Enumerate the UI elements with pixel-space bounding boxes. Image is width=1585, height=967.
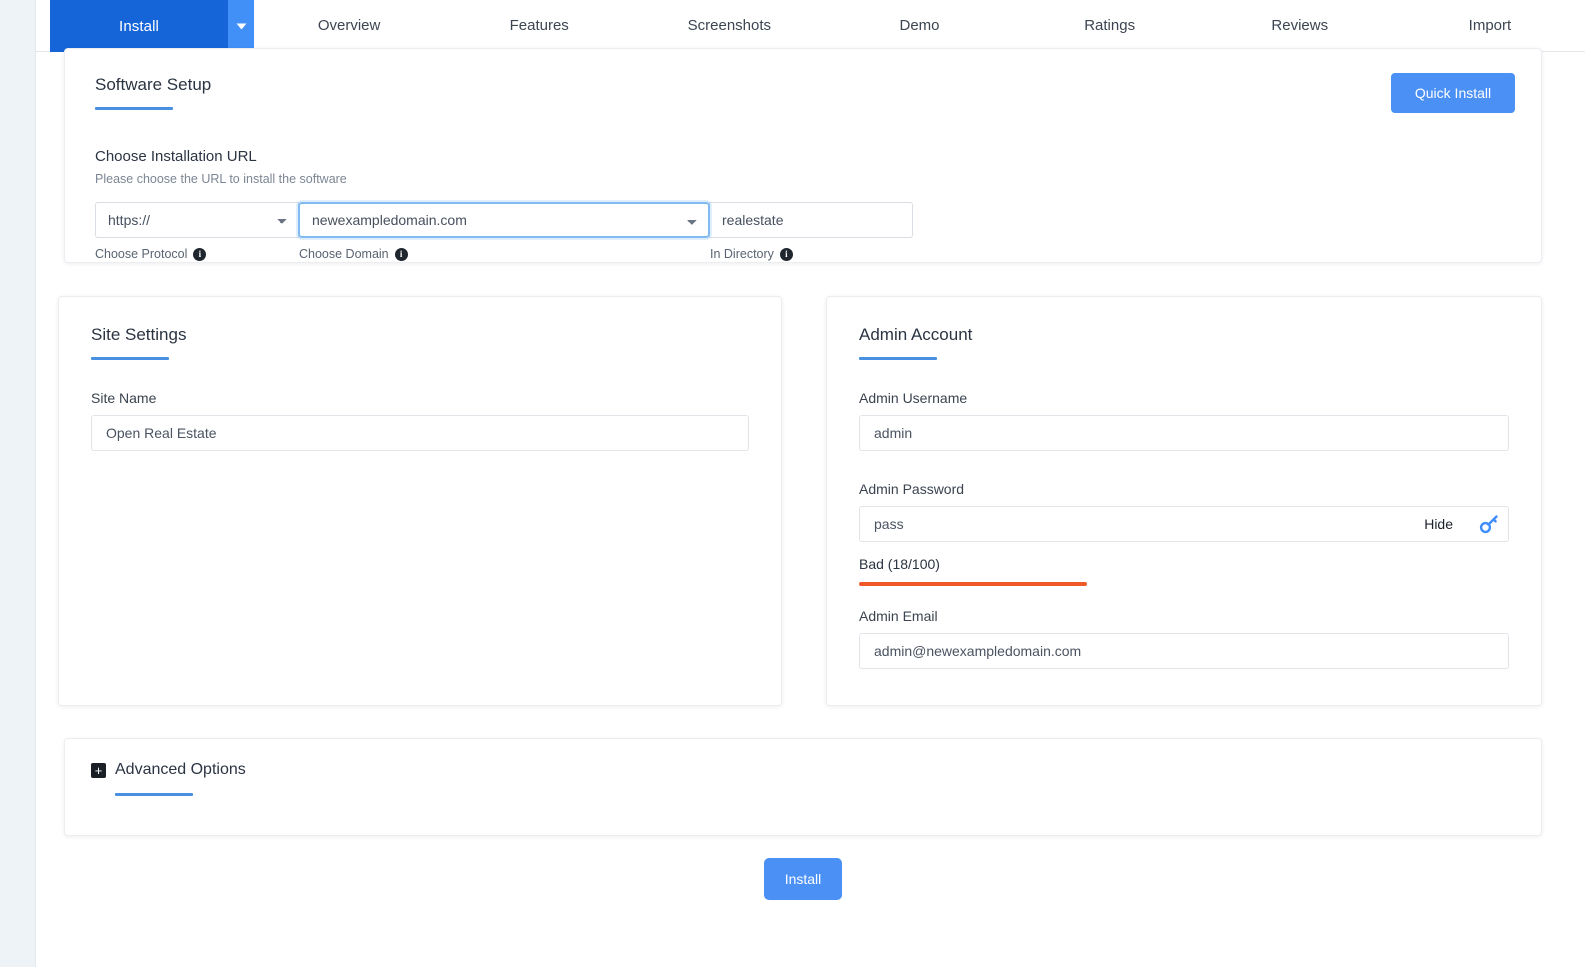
password-visibility-toggle[interactable]: Hide <box>1424 516 1453 532</box>
admin-account-title-underline <box>859 357 937 360</box>
admin-account-card: Admin Account Admin Username Admin Passw… <box>826 296 1542 706</box>
domain-sublabel: Choose Domain <box>299 247 389 261</box>
directory-sublabel: In Directory <box>710 247 774 261</box>
installation-url-heading: Choose Installation URL <box>95 148 257 165</box>
installation-url-subtext: Please choose the URL to install the sof… <box>95 172 347 186</box>
directory-info-icon[interactable]: i <box>779 247 793 261</box>
tab-import[interactable]: Import <box>1395 0 1585 52</box>
directory-input[interactable] <box>709 202 913 238</box>
tab-demo[interactable]: Demo <box>824 0 1014 52</box>
domain-select[interactable]: newexampledomain.com <box>298 202 710 238</box>
domain-info-icon[interactable]: i <box>394 247 408 261</box>
protocol-info-icon[interactable]: i <box>193 247 207 261</box>
left-sidebar-strip <box>0 0 36 967</box>
tab-reviews[interactable]: Reviews <box>1205 0 1395 52</box>
content-area: Install Overview Features Screenshots De… <box>36 0 1585 967</box>
advanced-options-label: Advanced Options <box>115 761 246 778</box>
tab-ratings[interactable]: Ratings <box>1015 0 1205 52</box>
installation-url-row: https:// Choose Protocol i newexampledom… <box>95 202 1511 261</box>
software-setup-title: Software Setup <box>95 75 212 94</box>
password-strength-bar-fill <box>859 582 1088 586</box>
directory-column: In Directory i <box>709 202 913 261</box>
admin-username-label: Admin Username <box>859 390 968 406</box>
domain-sublabel-row: Choose Domain i <box>299 247 710 261</box>
protocol-sublabel-row: Choose Protocol i <box>95 247 299 261</box>
tab-install[interactable]: Install <box>50 0 228 52</box>
protocol-column: https:// Choose Protocol i <box>95 202 299 261</box>
chevron-down-icon <box>236 23 247 30</box>
tab-bar: Install Overview Features Screenshots De… <box>36 0 1585 52</box>
tab-overview[interactable]: Overview <box>254 0 444 52</box>
site-settings-card: Site Settings Site Name <box>58 296 782 706</box>
directory-sublabel-row: In Directory i <box>710 247 913 261</box>
admin-password-label: Admin Password <box>859 481 965 497</box>
site-name-input[interactable] <box>91 415 749 451</box>
tab-list: Overview Features Screenshots Demo Ratin… <box>254 0 1585 51</box>
tab-screenshots[interactable]: Screenshots <box>634 0 824 52</box>
advanced-options-card: + Advanced Options <box>64 738 1542 836</box>
plus-icon: + <box>91 762 106 778</box>
admin-password-input[interactable] <box>859 506 1509 542</box>
password-strength-bar <box>859 582 1509 586</box>
software-setup-card: Software Setup Quick Install Choose Inst… <box>64 48 1542 263</box>
admin-username-input[interactable] <box>859 415 1509 451</box>
admin-account-title: Admin Account <box>859 325 973 344</box>
tab-install-dropdown-button[interactable] <box>228 0 254 52</box>
domain-column: newexampledomain.com Choose Domain i <box>298 202 710 261</box>
advanced-options-toggle[interactable]: + Advanced Options <box>91 761 1515 779</box>
admin-password-row: Hide <box>859 506 1509 542</box>
tab-features[interactable]: Features <box>444 0 634 52</box>
admin-email-label: Admin Email <box>859 608 938 624</box>
protocol-sublabel: Choose Protocol <box>95 247 188 261</box>
software-setup-title-underline <box>95 107 173 110</box>
site-settings-title: Site Settings <box>91 325 187 344</box>
quick-install-button[interactable]: Quick Install <box>1391 73 1515 113</box>
protocol-select[interactable]: https:// <box>95 202 299 238</box>
tab-install-group: Install <box>50 0 254 52</box>
install-button[interactable]: Install <box>764 858 842 900</box>
key-icon[interactable] <box>1477 512 1501 536</box>
advanced-options-underline <box>115 793 193 796</box>
admin-email-input[interactable] <box>859 633 1509 669</box>
site-name-label: Site Name <box>91 390 157 406</box>
tab-install-label: Install <box>119 17 159 35</box>
password-strength-text: Bad (18/100) <box>859 556 940 572</box>
page-root: Install Overview Features Screenshots De… <box>0 0 1585 967</box>
site-settings-title-underline <box>91 357 169 360</box>
